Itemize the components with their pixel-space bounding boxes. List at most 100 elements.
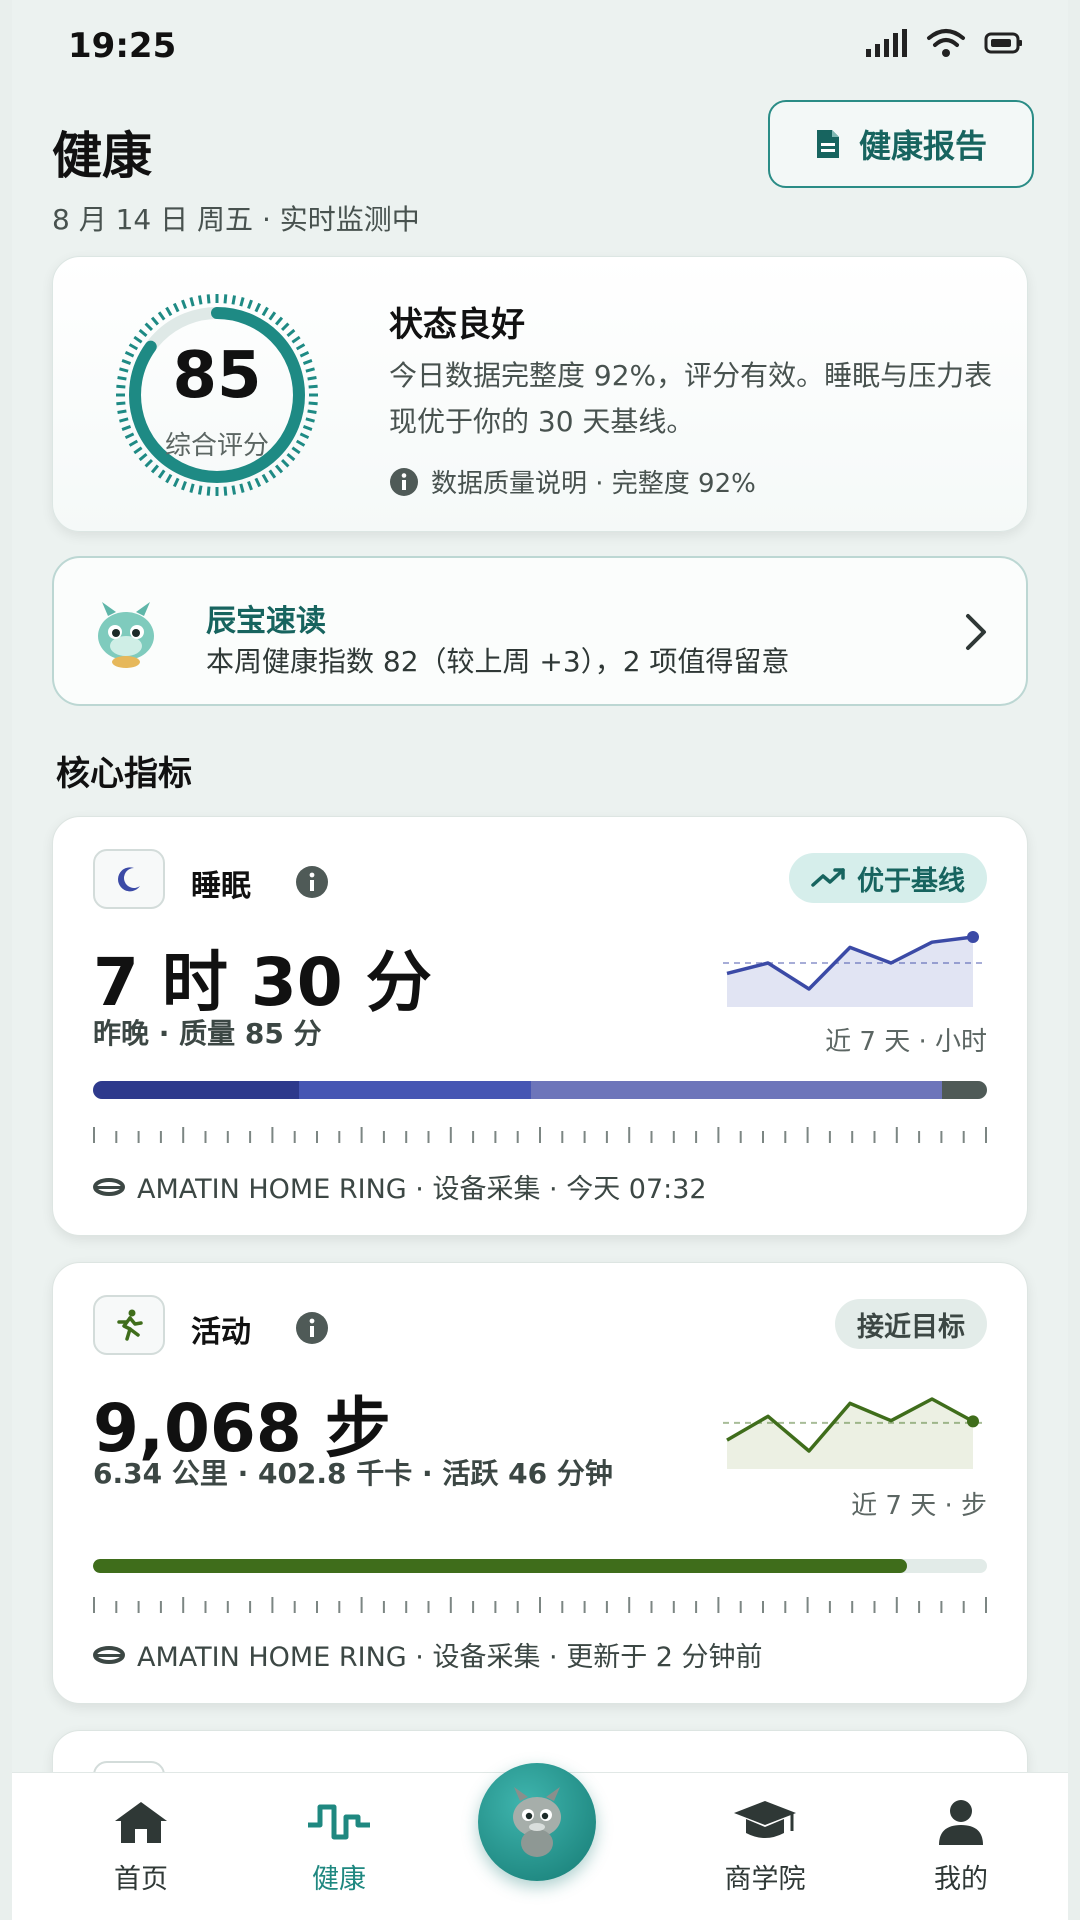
battery-icon xyxy=(984,32,1022,54)
user-icon xyxy=(939,1800,983,1845)
nav-academy-label: 商学院 xyxy=(724,1864,806,1895)
activity-metric-card[interactable]: 活动 接近目标 9,068 步 6.34 公里 · 402.8 千卡 · 活跃 … xyxy=(52,1262,1028,1704)
activity-source: AMATIN HOME RING · 设备采集 · 更新于 2 分钟前 xyxy=(93,1635,763,1674)
activity-icon-box xyxy=(93,1295,165,1355)
score-ring-tick xyxy=(305,417,315,423)
page-title: 健康 xyxy=(52,127,152,185)
score-ring-tick xyxy=(254,302,262,313)
wifi-icon xyxy=(927,29,965,57)
nav-mascot-button[interactable] xyxy=(478,1763,596,1881)
data-quality-text: 数据质量说明 · 完整度 92% xyxy=(431,469,756,499)
section-title-core-metrics: 核心指标 xyxy=(56,754,192,794)
moon-icon xyxy=(118,867,140,892)
activity-goal-fill xyxy=(93,1559,907,1573)
score-ring-tick xyxy=(165,306,173,317)
activity-subtitle: 6.34 公里 · 402.8 千卡 · 活跃 46 分钟 xyxy=(93,1457,613,1490)
page-subtitle: 8 月 14 日 周五 · 实时监测中 xyxy=(52,203,420,236)
quick-read-title: 辰宝速读 xyxy=(206,604,326,639)
trending-up-icon xyxy=(811,868,845,887)
sleep-source-text: AMATIN HOME RING · 设备采集 · 今天 07:32 xyxy=(137,1174,707,1205)
score-ring-tick xyxy=(181,299,187,310)
score-ring-tick xyxy=(197,485,203,495)
home-icon xyxy=(115,1802,167,1843)
data-quality-link[interactable]: 数据质量说明 · 完整度 92% xyxy=(389,463,756,500)
nav-profile-label: 我的 xyxy=(934,1864,988,1895)
score-ring-tick xyxy=(206,294,211,304)
score-ring-tick xyxy=(223,486,228,496)
score-ring-tick xyxy=(280,322,290,332)
score-ring-tick xyxy=(119,417,129,423)
sleep-title: 睡眠 xyxy=(191,869,251,904)
score-ring-tick xyxy=(197,295,203,305)
ring-device-icon xyxy=(93,1645,125,1664)
document-icon xyxy=(816,130,839,158)
sleep-badge-label: 优于基线 xyxy=(857,865,965,897)
running-icon xyxy=(117,1309,143,1341)
score-ring-tick xyxy=(181,480,187,491)
activity-sparkline xyxy=(723,1397,987,1469)
score-ring-tick xyxy=(189,297,195,307)
nav-academy[interactable]: 商学院 xyxy=(700,1799,830,1896)
activity-badge-label: 接近目标 xyxy=(857,1311,965,1343)
health-report-button[interactable]: 健康报告 xyxy=(768,100,1034,188)
status-icons xyxy=(864,28,1024,58)
score-ring-tick xyxy=(150,464,160,474)
sleep-stage-segment xyxy=(93,1081,299,1099)
score-ring-tick xyxy=(231,295,237,305)
chevron-right-icon xyxy=(966,614,986,650)
score-ring-tick xyxy=(172,302,180,313)
ring-device-icon xyxy=(93,1177,125,1196)
info-icon xyxy=(390,467,418,496)
sleep-sparkline xyxy=(723,931,987,1007)
activity-spark-area xyxy=(727,1399,973,1469)
score-ring-tick xyxy=(274,464,284,474)
sleep-subtitle: 昨晚 · 质量 85 分 xyxy=(93,1017,322,1050)
sleep-badge: 优于基线 xyxy=(789,853,987,903)
nav-health-label: 健康 xyxy=(312,1864,366,1895)
nav-home-label: 首页 xyxy=(114,1864,168,1895)
score-value: 85 xyxy=(172,339,262,413)
score-ring-tick xyxy=(157,469,166,479)
status-description: 今日数据完整度 92%，评分有效。睡眠与压力表现优于你的 30 天基线。 xyxy=(389,359,993,438)
quick-read-text: 本周健康指数 82（较上周 +3），2 项值得留意 xyxy=(206,645,790,678)
overall-score-card[interactable]: 85 综合评分 状态良好 今日数据完整度 92%，评分有效。睡眠与压力表现优于你… xyxy=(52,256,1028,532)
nav-health[interactable]: 健康 xyxy=(274,1799,404,1896)
score-ring-tick xyxy=(268,311,277,321)
score-ring-tick xyxy=(239,483,245,493)
sleep-spark-last-point xyxy=(967,931,979,943)
sleep-timeline-ticks xyxy=(93,1127,987,1143)
status-title: 状态良好 xyxy=(389,305,525,345)
dragon-mascot-icon xyxy=(513,1787,561,1857)
sleep-stage-segment xyxy=(531,1081,943,1099)
score-ring: 85 综合评分 xyxy=(97,293,337,497)
quick-read-card[interactable]: 辰宝速读 本周健康指数 82（较上周 +3），2 项值得留意 xyxy=(52,556,1028,706)
score-ring-tick xyxy=(261,473,269,484)
score-ring-tick xyxy=(268,469,277,479)
bottom-navigation: 首页 健康 商学院 我的 xyxy=(12,1763,1068,1920)
activity-sparkline-caption: 近 7 天 · 步 xyxy=(851,1491,987,1521)
score-ring-tick xyxy=(223,294,228,304)
score-ring-tick xyxy=(172,477,180,488)
score-ring-tick xyxy=(206,486,211,496)
score-ring-tick xyxy=(247,299,253,310)
score-ring-tick xyxy=(157,311,166,321)
score-ring-tick xyxy=(239,297,245,307)
sleep-value: 7 时 30 分 xyxy=(93,944,432,1021)
activity-title: 活动 xyxy=(191,1315,251,1350)
health-report-label: 健康报告 xyxy=(858,127,987,165)
app-screen: 19:25 健康 8 月 14 日 周五 · 实时监测中 健康报告 85 综合评… xyxy=(12,0,1068,1920)
sleep-stage-bar xyxy=(93,1081,987,1099)
nav-home[interactable]: 首页 xyxy=(76,1799,206,1896)
sleep-source: AMATIN HOME RING · 设备采集 · 今天 07:32 xyxy=(93,1167,707,1206)
signal-icon xyxy=(866,29,907,57)
dragon-mascot-icon xyxy=(98,602,154,668)
status-bar: 19:25 xyxy=(12,0,1068,90)
nav-profile[interactable]: 我的 xyxy=(896,1799,1026,1896)
activity-badge: 接近目标 xyxy=(835,1299,987,1349)
score-ring-tick xyxy=(165,473,173,484)
sleep-metric-card[interactable]: 睡眠 优于基线 7 时 30 分 昨晚 · 质量 85 分 近 7 天 · 小时… xyxy=(52,816,1028,1236)
activity-info-icon[interactable] xyxy=(295,1311,329,1345)
sleep-info-icon[interactable] xyxy=(295,865,329,899)
activity-goal-bar xyxy=(93,1559,987,1573)
score-ring-tick xyxy=(189,483,195,493)
